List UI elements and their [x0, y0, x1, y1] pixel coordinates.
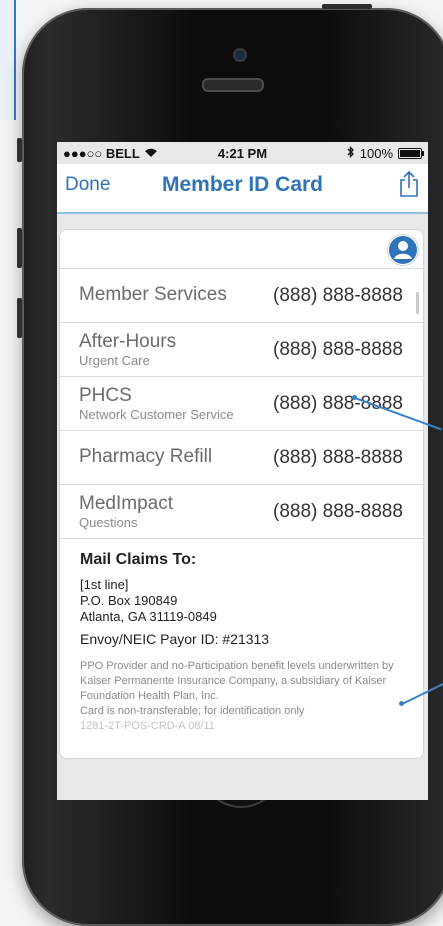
share-icon[interactable] — [398, 170, 420, 203]
contact-phone[interactable]: (888) 888-8888 — [273, 285, 403, 307]
contact-row-after-hours[interactable]: After-Hours Urgent Care (888) 888-8888 — [60, 323, 423, 377]
member-id-card: Member Services (888) 888-8888 After-Hou… — [59, 229, 424, 759]
contact-label: PHCS — [79, 385, 132, 406]
payor-id: Envoy/NEIC Payor ID: #21313 — [80, 631, 270, 647]
front-camera — [233, 48, 247, 62]
contact-label: Pharmacy Refill — [79, 446, 213, 467]
user-avatar-icon[interactable] — [387, 234, 419, 266]
mail-address-line: P.O. Box 190849 — [80, 593, 178, 608]
wifi-icon — [144, 146, 158, 161]
battery-percent: 100% — [359, 145, 393, 161]
contact-sublabel: Urgent Care — [79, 353, 150, 368]
mail-address-line: [1st line] — [80, 577, 129, 592]
contact-row-pharmacy-refill[interactable]: Pharmacy Refill (888) 888-8888 — [60, 431, 423, 485]
page-title: Member ID Card — [161, 173, 324, 196]
mail-address-line: Atlanta, GA 31119-0849 — [80, 609, 217, 624]
navigation-bar: Done Member ID Card — [57, 164, 428, 214]
contact-phone[interactable]: (888) 888-8888 — [273, 393, 403, 415]
mail-heading: Mail Claims To: — [80, 551, 197, 568]
contact-label: After-Hours — [79, 331, 177, 352]
contact-sublabel: Network Customer Service — [79, 407, 234, 422]
card-header — [60, 230, 423, 269]
bluetooth-icon — [347, 145, 355, 161]
contact-row-medimpact[interactable]: MedImpact Questions (888) 888-8888 — [60, 485, 423, 539]
contact-label: MedImpact — [79, 493, 173, 514]
phone-screen: ●●●○○ BELL 4:21 PM 100% Done Member ID C… — [57, 142, 428, 800]
volume-down-button — [17, 298, 22, 338]
carrier-label: ●●●○○ BELL — [63, 145, 140, 161]
contact-phone[interactable]: (888) 888-8888 — [273, 339, 403, 361]
fineprint-text: PPO Provider and no-Participation benefi… — [80, 660, 394, 702]
contact-phone[interactable]: (888) 888-8888 — [273, 501, 403, 523]
status-bar: ●●●○○ BELL 4:21 PM 100% — [57, 142, 428, 164]
mail-claims-section: Mail Claims To: [1st line] P.O. Box 1908… — [60, 539, 423, 734]
contact-label: Member Services — [79, 284, 227, 305]
fineprint-text: Card is non-transferable; for identifica… — [80, 705, 305, 717]
volume-up-button — [17, 228, 22, 268]
contact-row-member-services[interactable]: Member Services (888) 888-8888 — [60, 269, 423, 323]
mute-switch — [17, 138, 22, 162]
earpiece-speaker — [202, 78, 264, 92]
contact-row-phcs[interactable]: PHCS Network Customer Service (888) 888-… — [60, 377, 423, 431]
battery-icon — [398, 147, 424, 159]
contact-sublabel: Questions — [79, 515, 138, 530]
fineprint-disclaimer: PPO Provider and no-Participation benefi… — [80, 659, 423, 734]
scrollbar[interactable] — [416, 292, 419, 314]
power-button — [322, 4, 372, 9]
background-panel-edge — [0, 0, 16, 120]
fineprint-text: 1281-2T-POS-CRD-A 08/11 — [80, 720, 215, 732]
done-button[interactable]: Done — [65, 174, 110, 196]
contact-phone[interactable]: (888) 888-8888 — [273, 447, 403, 469]
